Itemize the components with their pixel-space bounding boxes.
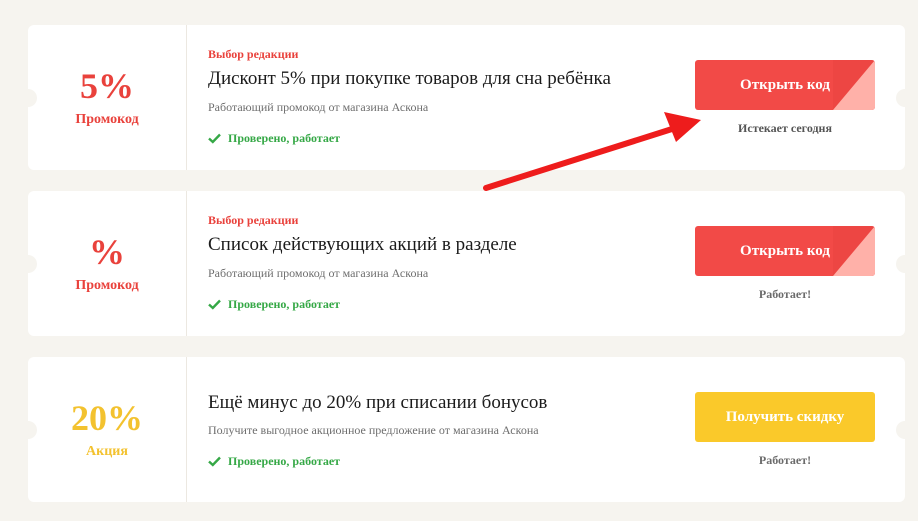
offer-card-1: 5% Промокод Выбор редакции Дисконт 5% пр… [19, 25, 914, 170]
offer-info: Ещё минус до 20% при списании бонусов По… [208, 357, 678, 502]
verified-label: Проверено, работает [228, 454, 341, 468]
open-code-button[interactable]: Открыть код [695, 60, 875, 110]
discount-block: 5% Промокод [28, 25, 187, 170]
offer-card-2: % Промокод Выбор редакции Список действу… [19, 191, 914, 336]
offer-type: Промокод [75, 277, 139, 293]
offer-subtitle: Работающий промокод от магазина Аскона [208, 100, 429, 114]
get-discount-button[interactable]: Получить скидку [695, 392, 875, 442]
open-code-button-label: Открыть код [740, 242, 830, 259]
offer-card-3: 20% Акция Ещё минус до 20% при списании … [19, 357, 914, 502]
check-icon [208, 299, 221, 310]
offer-info: Выбор редакции Дисконт 5% при покупке то… [208, 25, 678, 170]
verified-status: Проверено, работает [208, 131, 340, 146]
discount-block: 20% Акция [28, 357, 187, 502]
ticket-notch [896, 421, 914, 439]
validity-status: Работает! [758, 287, 812, 301]
get-discount-button-label: Получить скидку [725, 408, 845, 425]
verified-status: Проверено, работает [208, 454, 340, 469]
verified-label: Проверено, работает [228, 297, 341, 311]
offer-info: Выбор редакции Список действующих акций … [208, 191, 678, 336]
offer-type: Промокод [75, 111, 139, 127]
editor-pick-label: Выбор редакции [208, 47, 299, 61]
verified-status: Проверено, работает [208, 297, 340, 312]
editor-pick-label: Выбор редакции [208, 213, 299, 227]
offer-type: Акция [86, 443, 128, 459]
open-code-button-label: Открыть код [740, 76, 830, 93]
check-icon [208, 456, 221, 467]
ticket-notch [896, 89, 914, 107]
validity-status: Работает! [758, 453, 812, 467]
offer-title[interactable]: Дисконт 5% при покупке товаров для сна р… [208, 68, 611, 90]
offer-subtitle: Работающий промокод от магазина Аскона [208, 266, 429, 280]
discount-value: % [89, 231, 125, 272]
offer-title[interactable]: Ещё минус до 20% при списании бонусов [208, 392, 547, 414]
expiry-status: Истекает сегодня [738, 121, 832, 135]
ticket-notch [896, 255, 914, 273]
offer-title[interactable]: Список действующих акций в разделе [208, 234, 517, 256]
open-code-button[interactable]: Открыть код [695, 226, 875, 276]
discount-value: 5% [80, 65, 134, 106]
check-icon [208, 133, 221, 144]
verified-label: Проверено, работает [228, 131, 341, 145]
offer-subtitle: Получите выгодное акционное предложение … [208, 423, 539, 437]
discount-block: % Промокод [28, 191, 187, 336]
discount-value: 20% [71, 397, 143, 438]
